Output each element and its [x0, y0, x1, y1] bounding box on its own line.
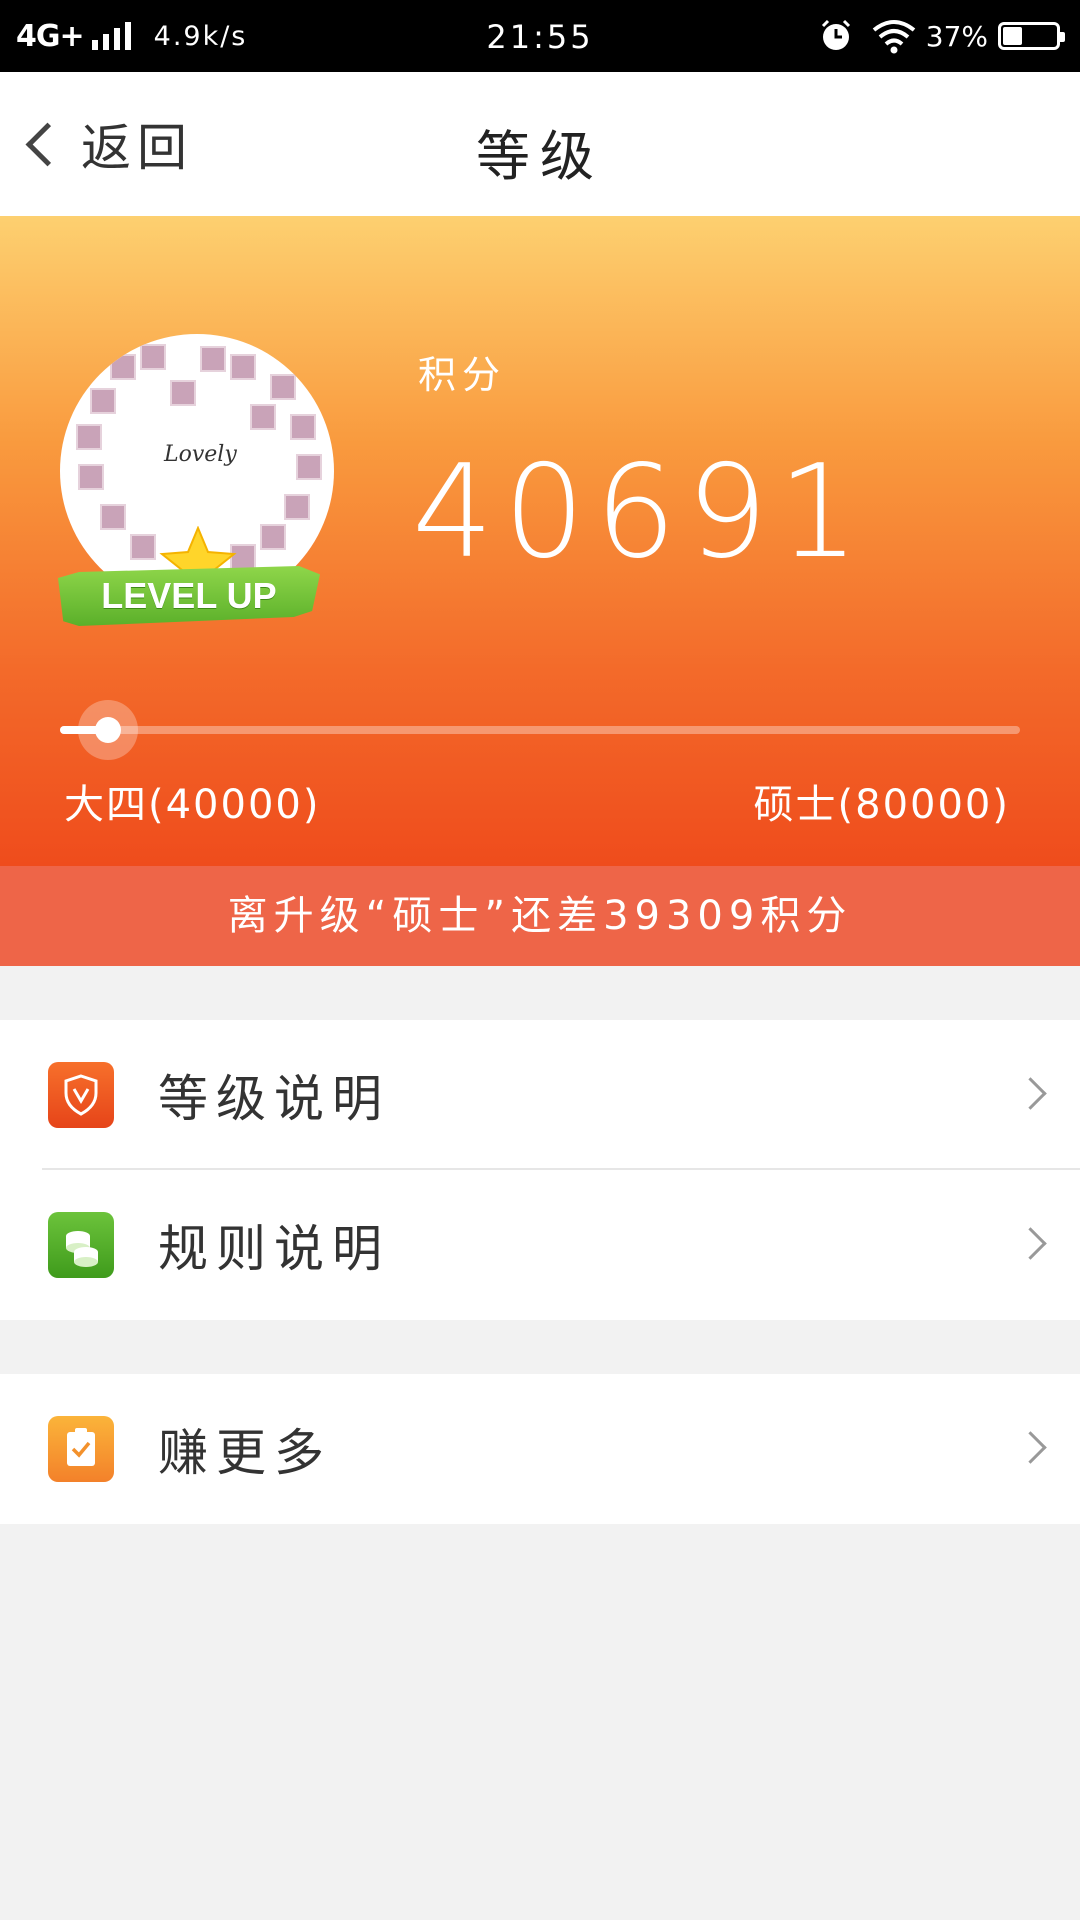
clipboard-check-icon: [48, 1416, 114, 1482]
menu-group: 等级说明 规则说明: [0, 1020, 1080, 1320]
chevron-right-icon: [1014, 1077, 1047, 1110]
wifi-icon: [872, 20, 916, 54]
menu-item-label: 等级说明: [158, 1070, 390, 1128]
level-up-badge: LEVEL UP: [58, 566, 320, 626]
avatar-pattern-tile: [200, 346, 226, 372]
next-level: 硕士(80000): [753, 782, 1010, 828]
menu-item-label: 赚更多: [158, 1424, 332, 1482]
page-title: 等级: [476, 125, 604, 188]
menu-item-level-description[interactable]: 等级说明: [0, 1020, 1080, 1170]
progress-knob: [95, 717, 121, 743]
status-bar: 4G+ 4.9k/s 21:55 37%: [0, 0, 1080, 72]
coins-icon: [48, 1212, 114, 1278]
avatar-pattern-tile: [78, 464, 104, 490]
avatar-pattern-tile: [296, 454, 322, 480]
avatar-caption: Lovely: [164, 442, 237, 467]
shield-icon: [48, 1062, 114, 1128]
chevron-right-icon: [1014, 1227, 1047, 1260]
menu-item-rules[interactable]: 规则说明: [0, 1170, 1080, 1320]
current-level: 大四(40000): [64, 782, 321, 828]
battery-percent: 37%: [925, 19, 988, 53]
level-progress-bar: [60, 700, 1020, 760]
points-label: 积分: [418, 353, 507, 397]
menu-group: 赚更多: [0, 1374, 1080, 1524]
avatar-pattern-tile: [250, 404, 276, 430]
avatar-pattern-tile: [110, 354, 136, 380]
nav-bar: 返回 等级: [0, 72, 1080, 216]
battery-icon: [998, 22, 1065, 50]
avatar-pattern-tile: [270, 374, 296, 400]
avatar-pattern-tile: [76, 424, 102, 450]
upgrade-notice: 离升级“硕士”还差39309积分: [0, 866, 1080, 966]
alarm-icon: [821, 19, 850, 50]
avatar-pattern-tile: [90, 388, 116, 414]
avatar-pattern-tile: [290, 414, 316, 440]
avatar-pattern-tile: [230, 354, 256, 380]
avatar-pattern-tile: [140, 344, 166, 370]
avatar-pattern-tile: [284, 494, 310, 520]
avatar-pattern-tile: [170, 380, 196, 406]
level-hero: Lovely LEVEL UP 积分 40691 大四(40000) 硕士(80…: [0, 216, 1080, 866]
avatar-pattern-tile: [260, 524, 286, 550]
menu-item-earn-more[interactable]: 赚更多: [0, 1374, 1080, 1524]
avatar-pattern-tile: [100, 504, 126, 530]
chevron-right-icon: [1014, 1431, 1047, 1464]
menu-item-label: 规则说明: [158, 1220, 390, 1278]
status-right: 37%: [818, 16, 1065, 56]
avatar[interactable]: Lovely LEVEL UP: [58, 334, 338, 634]
points-value: 40691: [412, 438, 870, 587]
level-up-text: LEVEL UP: [101, 575, 277, 616]
avatar-pattern-tile: [130, 534, 156, 560]
